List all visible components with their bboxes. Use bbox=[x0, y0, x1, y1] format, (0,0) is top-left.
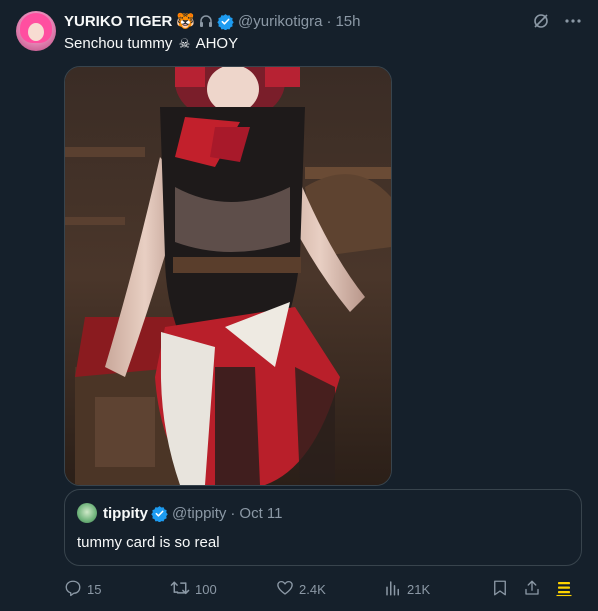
quote-display-name: tippity bbox=[103, 504, 148, 522]
quote-date: Oct 11 bbox=[239, 504, 283, 522]
handle[interactable]: @yurikotigra bbox=[238, 13, 322, 30]
views-icon bbox=[384, 579, 402, 600]
action-bar: 15 100 2.4K 21K bbox=[64, 578, 582, 602]
more-icon[interactable] bbox=[564, 12, 582, 35]
tweet-header: YURIKO TIGER 🐯 @yurikotigra · 15h bbox=[64, 11, 360, 31]
quote-header: tippity @tippity · Oct 11 bbox=[77, 503, 283, 523]
stack-icon bbox=[555, 579, 573, 600]
photo-illustration bbox=[65, 67, 391, 485]
top-actions bbox=[532, 12, 582, 35]
reply-count: 15 bbox=[87, 581, 102, 597]
tweet-photo[interactable] bbox=[64, 66, 392, 486]
stack-button[interactable] bbox=[555, 578, 573, 600]
reply-button[interactable]: 15 bbox=[64, 578, 101, 600]
tweet-text-end: AHOY bbox=[195, 35, 239, 52]
share-icon bbox=[523, 579, 541, 600]
tweet[interactable]: YURIKO TIGER 🐯 @yurikotigra · 15h Sencho… bbox=[0, 0, 598, 611]
views-count: 21K bbox=[407, 581, 431, 597]
quote-text: tummy card is so real bbox=[77, 534, 220, 551]
skull-crossbones-emoji: ☠ bbox=[178, 36, 191, 51]
like-icon bbox=[276, 579, 294, 600]
retweet-count: 100 bbox=[195, 581, 217, 597]
bookmark-button[interactable] bbox=[491, 578, 509, 600]
bookmark-icon bbox=[491, 579, 509, 600]
quote-avatar bbox=[77, 503, 97, 523]
headphones-icon bbox=[198, 13, 214, 29]
views-button[interactable]: 21K bbox=[384, 578, 430, 600]
quoted-tweet[interactable]: tippity @tippity · Oct 11 tummy card is … bbox=[64, 489, 582, 566]
share-button[interactable] bbox=[523, 578, 541, 600]
tweet-text: Senchou tummy ☠ AHOY bbox=[64, 34, 238, 54]
retweet-button[interactable]: 100 bbox=[170, 578, 217, 600]
avatar[interactable] bbox=[16, 11, 56, 51]
like-button[interactable]: 2.4K bbox=[276, 578, 326, 600]
grok-icon[interactable] bbox=[532, 12, 550, 35]
separator: · bbox=[326, 12, 332, 30]
quote-separator: · bbox=[230, 504, 236, 522]
tiger-emoji: 🐯 bbox=[176, 12, 196, 30]
like-count: 2.4K bbox=[299, 581, 326, 597]
retweet-icon bbox=[170, 579, 190, 600]
tweet-text-main: Senchou tummy bbox=[64, 35, 173, 52]
avatar-face bbox=[28, 23, 44, 41]
timestamp[interactable]: 15h bbox=[335, 13, 360, 30]
display-name[interactable]: YURIKO TIGER bbox=[64, 13, 172, 30]
verified-icon[interactable] bbox=[217, 13, 234, 30]
reply-icon bbox=[64, 579, 82, 600]
verified-icon bbox=[151, 505, 168, 522]
quote-handle: @tippity bbox=[172, 504, 227, 522]
